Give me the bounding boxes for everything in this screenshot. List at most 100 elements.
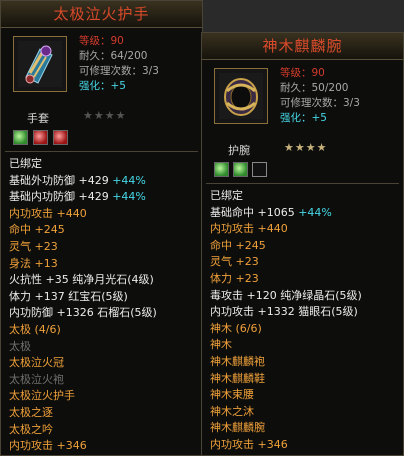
property-row: 身法 +13 (9, 256, 194, 273)
property-text: 太极泣火护手 (9, 389, 75, 403)
property-row: 神木麒麟袍 (210, 354, 395, 371)
divider (5, 151, 198, 152)
property-text: 内功攻击 +1332 猫眼石(5级) (210, 305, 358, 319)
property-row: 太极之逐 (9, 405, 194, 422)
property-text: 命中 +245 (9, 223, 65, 237)
property-row: 体力 +137 红宝石(5级) (9, 289, 194, 306)
star-icon: ★ (305, 141, 317, 154)
item-type: 护腕 (228, 144, 250, 157)
property-text: 神木之沐 (210, 404, 254, 418)
gem-slots (1, 128, 202, 150)
property-text: 内功攻击 +440 (210, 222, 288, 236)
level-row: 等级：90 (280, 67, 325, 79)
property-row: 神木麒麟腕 (210, 420, 395, 437)
repair-count-row: 可修理次数：3/3 (280, 97, 360, 109)
star-icon: ★ (104, 109, 116, 122)
property-text: 体力 +137 红宝石(5级) (9, 289, 128, 303)
property-text: 体力 +23 (210, 271, 259, 285)
star-icon: ★ (115, 109, 127, 122)
property-row: 太极泣火袍 (9, 372, 194, 389)
property-bonus: +44% (298, 205, 332, 219)
property-row: 神木束腰 (210, 387, 395, 404)
star-icon: ★ (284, 141, 295, 154)
property-row: 灵气 +23 (210, 254, 395, 271)
item-tooltip-right: 神木麒麟腕 等级：90 耐久：50/200 可修理次数：3/3 强化：+5 护腕… (201, 32, 404, 456)
enhance-row: 强化：+5 (280, 112, 327, 124)
property-row: 基础命中 +1065 +44% (210, 205, 395, 222)
durability-row: 耐久：64/200 (79, 50, 148, 62)
star-rating: ★★★★ (284, 141, 328, 154)
property-row: 灵气 +23 (9, 239, 194, 256)
green-gem-icon (214, 162, 229, 177)
property-row: 太极泣火冠 (9, 355, 194, 372)
property-text: 太极 (4/6) (9, 322, 61, 336)
item-type: 手套 (27, 112, 49, 125)
property-text: 内功攻击 +440 (9, 206, 87, 220)
property-text: 内功防御 +1326 石榴石(5级) (9, 306, 157, 320)
divider (206, 183, 399, 184)
item-header: 等级：90 耐久：64/200 可修理次数：3/3 强化：+5 (1, 28, 202, 108)
property-text: 神木束腰 (210, 388, 254, 402)
property-row: 命中 +245 (9, 222, 194, 239)
property-text: 太极之逐 (9, 405, 53, 419)
property-row: 内功攻击 +440 (9, 206, 194, 223)
property-row: 命中 +245 (210, 238, 395, 255)
bracer-icon[interactable] (214, 68, 268, 124)
property-row: 太极 (9, 339, 194, 356)
property-list: 已绑定 基础命中 +1065 +44% 内功攻击 +440 命中 +245 灵气 +2… (202, 186, 403, 455)
property-row: 太极之吟 (9, 422, 194, 439)
property-bonus: +44% (112, 173, 146, 187)
property-text: 身法 +13 (9, 256, 58, 270)
star-icon: ★ (316, 141, 328, 154)
property-text: 基础命中 +1065 (210, 205, 299, 219)
property-row: 基础外功防御 +429 +44% (9, 173, 194, 190)
property-list: 已绑定 基础外功防御 +429 +44% 基础内功防御 +429 +44% 内功攻击… (1, 154, 202, 455)
property-row: 毒攻击 +120 纯净绿晶石(5级) (210, 288, 395, 305)
item-header: 等级：90 耐久：50/200 可修理次数：3/3 强化：+5 (202, 60, 403, 140)
property-row: 体力 +23 (210, 271, 395, 288)
property-bonus: +44% (112, 190, 146, 204)
red-gem-icon (33, 130, 48, 145)
property-text: 神木麒麟袍 (210, 354, 265, 368)
property-row: 神木之沐 (210, 404, 395, 421)
property-row: 内功攻击 +346 (9, 438, 194, 455)
property-text: 内功攻击 +346 (210, 437, 288, 451)
gauntlet-icon[interactable] (13, 36, 67, 92)
property-text: 灵气 +23 (9, 239, 58, 253)
property-text: 命中 +245 (210, 238, 266, 252)
bound-status: 已绑定 (9, 157, 42, 170)
item-title: 神木麒麟腕 (202, 33, 403, 60)
item-tooltip-left: 太极泣火护手 等级：90 耐久：64/200 可修理次数：3/3 强化：+5 手… (0, 0, 203, 456)
star-icon: ★ (93, 109, 105, 122)
enhance-row: 强化：+5 (79, 80, 126, 92)
property-text: 神木麒麟腕 (210, 421, 265, 435)
star-rating: ★★★★ (83, 109, 127, 122)
property-text: 基础外功防御 +429 (9, 173, 113, 187)
property-text: 太极泣火袍 (9, 372, 64, 386)
property-text: 火抗性 +35 纯净月光石(4级) (9, 273, 154, 287)
property-text: 神木 (210, 338, 232, 352)
green-gem-icon (233, 162, 248, 177)
property-text: 基础内功防御 +429 (9, 190, 113, 204)
property-row: 火抗性 +35 纯净月光石(4级) (9, 272, 194, 289)
level-row: 等级：90 (79, 35, 124, 47)
item-title: 太极泣火护手 (1, 1, 202, 28)
property-text: 太极 (9, 339, 31, 353)
property-row: 神木 (6/6) (210, 321, 395, 338)
property-row: 内功防御 +1326 石榴石(5级) (9, 305, 194, 322)
property-text: 内功攻击 +346 (9, 439, 87, 453)
bound-status: 已绑定 (210, 189, 243, 202)
property-row: 内功攻击 +346 (210, 437, 395, 454)
property-row: 基础内功防御 +429 +44% (9, 189, 194, 206)
property-row: 神木 (210, 337, 395, 354)
empty-gem-slot-icon (252, 162, 267, 177)
property-row: 太极泣火护手 (9, 388, 194, 405)
property-text: 太极泣火冠 (9, 356, 64, 370)
property-text: 太极之吟 (9, 422, 53, 436)
property-row: 内功攻击 +440 (210, 221, 395, 238)
gem-slots (202, 160, 403, 182)
property-text: 毒攻击 +120 纯净绿晶石(5级) (210, 288, 362, 302)
star-icon: ★ (294, 141, 306, 154)
red-gem-icon (53, 130, 68, 145)
durability-row: 耐久：50/200 (280, 82, 349, 94)
